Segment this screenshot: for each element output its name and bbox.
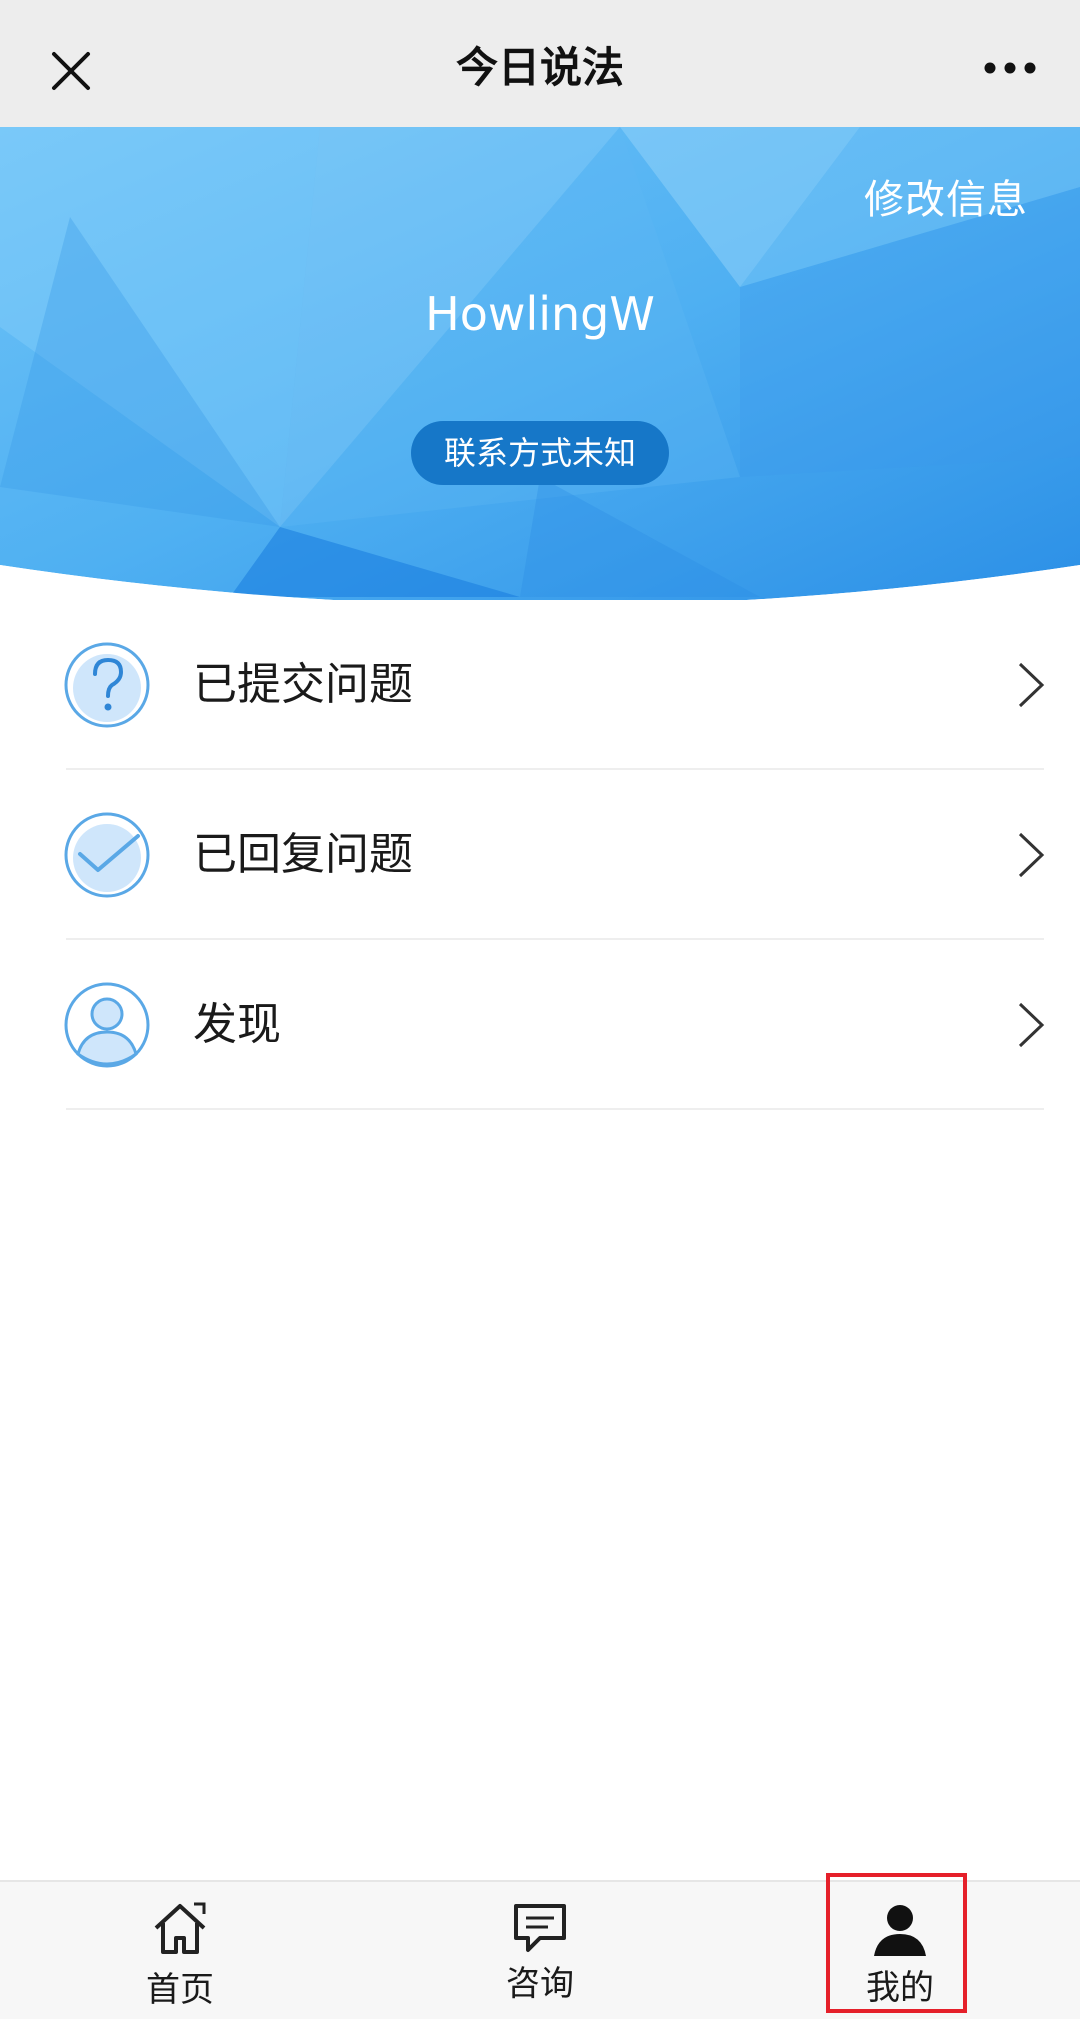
chat-icon <box>514 1904 566 1952</box>
tab-label: 咨询 <box>506 1964 574 2004</box>
close-icon <box>52 52 90 90</box>
check-icon <box>64 812 150 898</box>
home-icon <box>154 1902 206 1954</box>
chevron-right-icon <box>1018 662 1045 708</box>
tab-label: 首页 <box>146 1970 214 2010</box>
chevron-right-icon <box>1018 1002 1045 1048</box>
more-icon <box>984 62 1036 74</box>
username: HowlingW <box>425 287 655 341</box>
tab-consult[interactable]: 咨询 <box>360 1882 720 2019</box>
page-title: 今日说法 <box>455 43 624 92</box>
menu-item-label: 已回复问题 <box>193 829 413 880</box>
menu-item-replied-questions[interactable]: 已回复问题 <box>0 770 1080 940</box>
active-tab-highlight <box>826 1873 967 2013</box>
menu-item-discover[interactable]: 发现 <box>0 940 1080 1110</box>
profile-banner: 修改信息 HowlingW 联系方式未知 <box>0 127 1080 600</box>
divider <box>66 1108 1044 1110</box>
menu-item-submitted-questions[interactable]: 已提交问题 <box>0 600 1080 770</box>
chevron-right-icon <box>1018 832 1045 878</box>
close-button[interactable] <box>40 40 102 102</box>
more-button[interactable] <box>980 48 1040 88</box>
tab-home[interactable]: 首页 <box>0 1882 360 2019</box>
title-bar: 今日说法 <box>0 0 1080 127</box>
menu-item-label: 发现 <box>193 999 281 1050</box>
user-icon <box>64 982 150 1068</box>
mine-page: 今日说法 修改信息 HowlingW 联系方式未知 已提交问题 已回复问题 发现… <box>0 0 1080 2019</box>
menu-list: 已提交问题 已回复问题 发现 <box>0 600 1080 1110</box>
edit-info-link[interactable]: 修改信息 <box>864 167 1028 225</box>
question-icon <box>64 642 150 728</box>
menu-item-label: 已提交问题 <box>193 659 413 710</box>
contact-status-badge: 联系方式未知 <box>411 421 669 485</box>
